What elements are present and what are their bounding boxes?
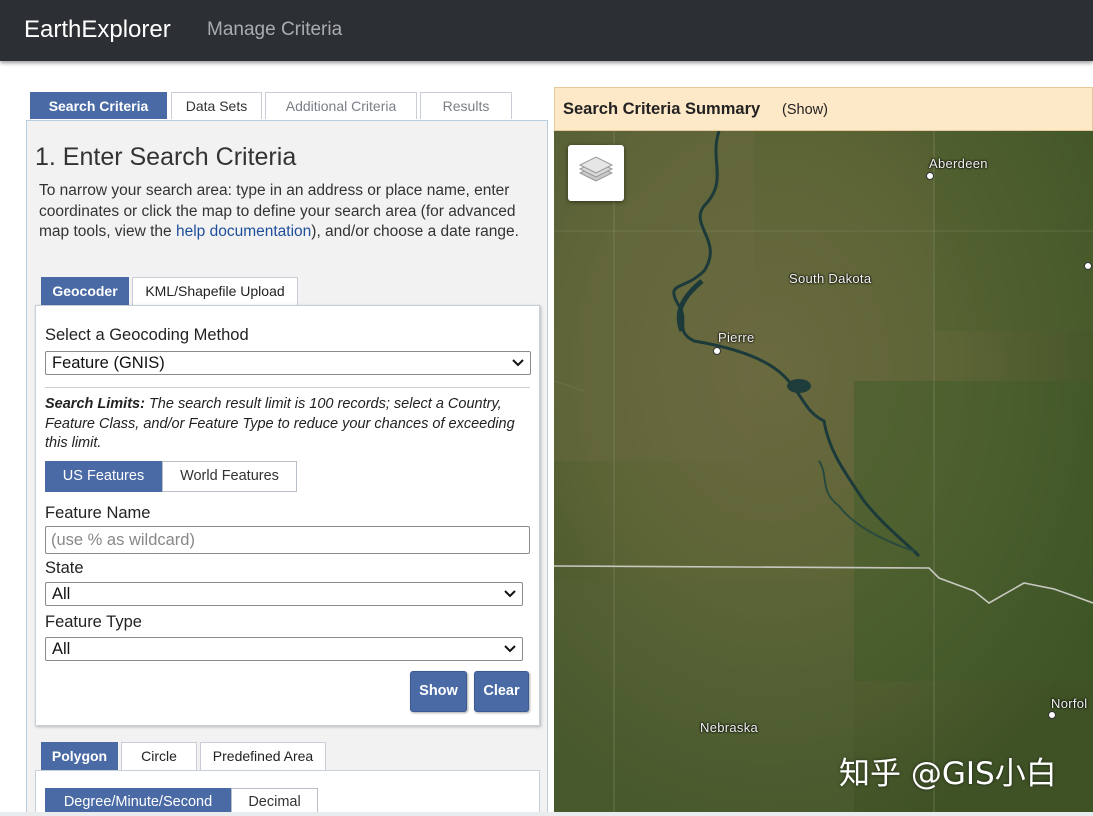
divider [45, 387, 530, 388]
geocoding-method-select[interactable]: Feature (GNIS) [45, 351, 531, 375]
clear-button[interactable]: Clear [474, 671, 529, 712]
tab-predefined-area[interactable]: Predefined Area [200, 742, 326, 770]
chevron-down-icon [504, 645, 516, 653]
state-label: State [45, 559, 84, 577]
bottom-edge [0, 812, 1093, 816]
layers-icon [578, 156, 614, 182]
world-features-toggle[interactable]: World Features [162, 461, 297, 492]
search-criteria-summary: Search Criteria Summary (Show) [554, 87, 1093, 131]
tab-kml-shapefile-upload[interactable]: KML/Shapefile Upload [132, 277, 298, 305]
tab-geocoder[interactable]: Geocoder [41, 277, 129, 305]
us-features-toggle[interactable]: US Features [45, 461, 162, 492]
map-label-pierre: Pierre [718, 330, 755, 345]
layer-switcher-button[interactable] [568, 145, 624, 201]
map-label-aberdeen: Aberdeen [929, 156, 988, 171]
tab-polygon[interactable]: Polygon [41, 742, 118, 770]
search-limits-note: Search Limits: The search result limit i… [45, 395, 515, 454]
search-limits-heading: Search Limits: [45, 396, 145, 412]
tab-additional-criteria[interactable]: Additional Criteria [265, 92, 417, 119]
show-button[interactable]: Show [410, 671, 467, 712]
tab-search-criteria[interactable]: Search Criteria [30, 92, 167, 119]
intro-text-part: ), and/or choose a date range. [311, 223, 519, 240]
manage-criteria-link[interactable]: Manage Criteria [207, 19, 342, 41]
summary-title: Search Criteria Summary [563, 100, 761, 118]
summary-show-toggle[interactable]: (Show) [782, 102, 828, 118]
chevron-down-icon [512, 359, 524, 367]
brand-logo[interactable]: EarthExplorer [24, 16, 171, 44]
tab-data-sets[interactable]: Data Sets [171, 92, 262, 119]
state-select[interactable]: All [45, 582, 523, 606]
select-value: All [52, 585, 71, 603]
map-label-norfolk: Norfol [1051, 696, 1088, 711]
select-value: Feature (GNIS) [52, 354, 165, 372]
city-marker [713, 347, 721, 355]
page-title: 1. Enter Search Criteria [35, 143, 297, 171]
intro-text: To narrow your search area: type in an a… [39, 181, 539, 243]
select-value: All [52, 640, 71, 658]
city-marker [1048, 711, 1056, 719]
feature-type-label: Feature Type [45, 613, 142, 631]
tab-circle[interactable]: Circle [121, 742, 197, 770]
geocoding-method-label: Select a Geocoding Method [45, 326, 249, 344]
city-marker [926, 172, 934, 180]
map-label-nebraska: Nebraska [700, 720, 759, 735]
city-marker [1084, 262, 1092, 270]
feature-type-select[interactable]: All [45, 637, 523, 661]
watermark: 知乎 @GIS小白 [839, 756, 1057, 792]
feature-name-input[interactable]: (use % as wildcard) [45, 526, 530, 554]
top-navbar: EarthExplorer Manage Criteria [0, 0, 1093, 61]
map-label-south-dakota: South Dakota [789, 271, 872, 286]
feature-name-label: Feature Name [45, 504, 151, 522]
chevron-down-icon [504, 590, 516, 598]
help-documentation-link[interactable]: help documentation [176, 223, 311, 240]
satellite-map[interactable]: Aberdeen South Dakota Pierre Nebraska No… [554, 131, 1093, 816]
tab-results[interactable]: Results [420, 92, 512, 119]
map-imagery [554, 131, 1093, 816]
